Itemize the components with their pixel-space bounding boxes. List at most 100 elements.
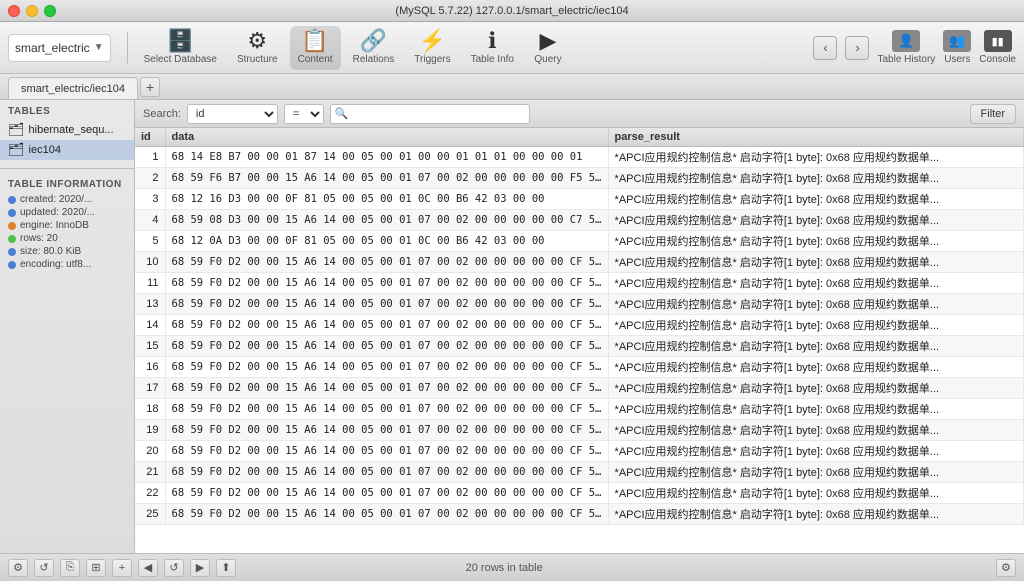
window-title: (MySQL 5.7.22) 127.0.0.1/smart_electric/… xyxy=(395,5,628,17)
cell-data: 68 59 F0 D2 00 00 15 A6 14 00 05 00 01 0… xyxy=(165,420,608,441)
filter-button[interactable]: Filter xyxy=(970,104,1016,124)
table-row[interactable]: 2568 59 F0 D2 00 00 15 A6 14 00 05 00 01… xyxy=(135,504,1024,525)
table-icon-iec104: 🗂 xyxy=(8,142,25,158)
search-bar: Search: id data parse_result = != LIKE 🔍… xyxy=(135,100,1024,128)
table-row[interactable]: 168 14 E8 B7 00 00 01 87 14 00 05 00 01 … xyxy=(135,147,1024,168)
traffic-lights xyxy=(8,5,56,17)
table-row[interactable]: 1168 59 F0 D2 00 00 15 A6 14 00 05 00 01… xyxy=(135,273,1024,294)
status-next-button[interactable]: ▶ xyxy=(190,559,210,577)
info-encoding: encoding: utf8... xyxy=(0,258,134,271)
table-history-icon: 👤 xyxy=(892,30,920,52)
table-row[interactable]: 1868 59 F0 D2 00 00 15 A6 14 00 05 00 01… xyxy=(135,399,1024,420)
cell-id: 25 xyxy=(135,504,165,525)
cell-parse-result: *APCI应用规约控制信息* 启动字符[1 byte]: 0x68 应用规约数据… xyxy=(608,252,1023,273)
cell-id: 17 xyxy=(135,378,165,399)
col-header-data[interactable]: data xyxy=(165,128,608,147)
cell-id: 11 xyxy=(135,273,165,294)
info-updated: updated: 2020/... xyxy=(0,206,134,219)
cell-id: 10 xyxy=(135,252,165,273)
nav-forward-button[interactable]: › xyxy=(845,36,869,60)
table-row[interactable]: 2268 59 F0 D2 00 00 15 A6 14 00 05 00 01… xyxy=(135,483,1024,504)
content-button[interactable]: 📋 Content xyxy=(290,26,341,70)
table-row[interactable]: 1068 59 F0 D2 00 00 15 A6 14 00 05 00 01… xyxy=(135,252,1024,273)
table-row[interactable]: 1568 59 F0 D2 00 00 15 A6 14 00 05 00 01… xyxy=(135,336,1024,357)
cell-data: 68 12 0A D3 00 00 0F 81 05 00 05 00 01 0… xyxy=(165,231,608,252)
cell-data: 68 59 F0 D2 00 00 15 A6 14 00 05 00 01 0… xyxy=(165,252,608,273)
select-database-button[interactable]: 🗄️ Select Database xyxy=(136,26,225,70)
table-info-button[interactable]: ℹ Table Info xyxy=(463,26,522,70)
users-button[interactable]: 👥 Users xyxy=(943,30,971,65)
tab-add-button[interactable]: + xyxy=(140,77,160,97)
chevron-down-icon: ▼ xyxy=(94,42,104,53)
query-button[interactable]: ▶ Query xyxy=(526,26,570,70)
cell-id: 13 xyxy=(135,294,165,315)
search-field-select[interactable]: id data parse_result xyxy=(187,104,278,124)
maximize-button[interactable] xyxy=(44,5,56,17)
cell-parse-result: *APCI应用规约控制信息* 启动字符[1 byte]: 0x68 应用规约数据… xyxy=(608,315,1023,336)
cell-id: 14 xyxy=(135,315,165,336)
info-dot-rows xyxy=(8,235,16,243)
table-row[interactable]: 1468 59 F0 D2 00 00 15 A6 14 00 05 00 01… xyxy=(135,315,1024,336)
triggers-icon: ⚡ xyxy=(419,30,446,52)
close-button[interactable] xyxy=(8,5,20,17)
minimize-button[interactable] xyxy=(26,5,38,17)
col-header-parse-result[interactable]: parse_result xyxy=(608,128,1023,147)
status-reload-button[interactable]: ↺ xyxy=(164,559,184,577)
status-columns-button[interactable]: ⊞ xyxy=(86,559,106,577)
status-add-row-button[interactable]: + xyxy=(112,559,132,577)
cell-data: 68 59 F0 D2 00 00 15 A6 14 00 05 00 01 0… xyxy=(165,441,608,462)
nav-back-button[interactable]: ‹ xyxy=(813,36,837,60)
structure-button[interactable]: ⚙ Structure xyxy=(229,26,286,70)
cell-data: 68 59 F0 D2 00 00 15 A6 14 00 05 00 01 0… xyxy=(165,294,608,315)
table-history-button[interactable]: 👤 Table History xyxy=(877,30,935,65)
relations-button[interactable]: 🔗 Relations xyxy=(345,26,403,70)
cell-parse-result: *APCI应用规约控制信息* 启动字符[1 byte]: 0x68 应用规约数据… xyxy=(608,357,1023,378)
search-input[interactable] xyxy=(349,108,525,120)
sidebar-item-hibernate[interactable]: 🗂 hibernate_sequ... xyxy=(0,120,134,140)
db-selector[interactable]: smart_electric ▼ xyxy=(8,34,111,62)
cell-id: 18 xyxy=(135,399,165,420)
data-table-wrap[interactable]: id data parse_result 168 14 E8 B7 00 00 … xyxy=(135,128,1024,553)
sidebar: TABLES 🗂 hibernate_sequ... 🗂 iec104 TABL… xyxy=(0,100,135,553)
cell-data: 68 59 F6 B7 00 00 15 A6 14 00 05 00 01 0… xyxy=(165,168,608,189)
status-refresh-button[interactable]: ↺ xyxy=(34,559,54,577)
cell-data: 68 59 F0 D2 00 00 15 A6 14 00 05 00 01 0… xyxy=(165,462,608,483)
users-icon: 👥 xyxy=(943,30,971,52)
status-export-button[interactable]: ⬆ xyxy=(216,559,236,577)
console-button[interactable]: ▮▮ Console xyxy=(979,30,1016,65)
table-row[interactable]: 568 12 0A D3 00 00 0F 81 05 00 05 00 01 … xyxy=(135,231,1024,252)
cell-parse-result: *APCI应用规约控制信息* 启动字符[1 byte]: 0x68 应用规约数据… xyxy=(608,504,1023,525)
sidebar-item-iec104[interactable]: 🗂 iec104 xyxy=(0,140,134,160)
table-row[interactable]: 2068 59 F0 D2 00 00 15 A6 14 00 05 00 01… xyxy=(135,441,1024,462)
status-settings-right-button[interactable]: ⚙ xyxy=(996,559,1016,577)
cell-id: 19 xyxy=(135,420,165,441)
tab-smart-electric-iec104[interactable]: smart_electric/iec104 xyxy=(8,77,138,99)
status-copy-button[interactable]: ⎘ xyxy=(60,559,80,577)
triggers-button[interactable]: ⚡ Triggers xyxy=(406,26,458,70)
table-row[interactable]: 1968 59 F0 D2 00 00 15 A6 14 00 05 00 01… xyxy=(135,420,1024,441)
info-dot-engine xyxy=(8,222,16,230)
info-rows: rows: 20 xyxy=(0,232,134,245)
table-row[interactable]: 368 12 16 D3 00 00 0F 81 05 00 05 00 01 … xyxy=(135,189,1024,210)
cell-data: 68 59 F0 D2 00 00 15 A6 14 00 05 00 01 0… xyxy=(165,399,608,420)
cell-data: 68 59 F0 D2 00 00 15 A6 14 00 05 00 01 0… xyxy=(165,273,608,294)
info-engine: engine: InnoDB xyxy=(0,219,134,232)
console-icon: ▮▮ xyxy=(984,30,1012,52)
search-input-wrap: 🔍 xyxy=(330,104,530,124)
col-header-id[interactable]: id xyxy=(135,128,165,147)
table-row[interactable]: 2168 59 F0 D2 00 00 15 A6 14 00 05 00 01… xyxy=(135,462,1024,483)
search-operator-select[interactable]: = != LIKE xyxy=(284,104,324,124)
table-history-label: Table History xyxy=(877,54,935,65)
tab-bar: smart_electric/iec104 + xyxy=(0,74,1024,100)
table-row[interactable]: 1768 59 F0 D2 00 00 15 A6 14 00 05 00 01… xyxy=(135,378,1024,399)
info-size: size: 80.0 KiB xyxy=(0,245,134,258)
cell-parse-result: *APCI应用规约控制信息* 启动字符[1 byte]: 0x68 应用规约数据… xyxy=(608,231,1023,252)
status-settings-button[interactable]: ⚙ xyxy=(8,559,28,577)
info-created: created: 2020/... xyxy=(0,193,134,206)
table-row[interactable]: 268 59 F6 B7 00 00 15 A6 14 00 05 00 01 … xyxy=(135,168,1024,189)
table-row[interactable]: 468 59 08 D3 00 00 15 A6 14 00 05 00 01 … xyxy=(135,210,1024,231)
table-row[interactable]: 1368 59 F0 D2 00 00 15 A6 14 00 05 00 01… xyxy=(135,294,1024,315)
table-row[interactable]: 1668 59 F0 D2 00 00 15 A6 14 00 05 00 01… xyxy=(135,357,1024,378)
status-prev-button[interactable]: ◀ xyxy=(138,559,158,577)
cell-id: 16 xyxy=(135,357,165,378)
